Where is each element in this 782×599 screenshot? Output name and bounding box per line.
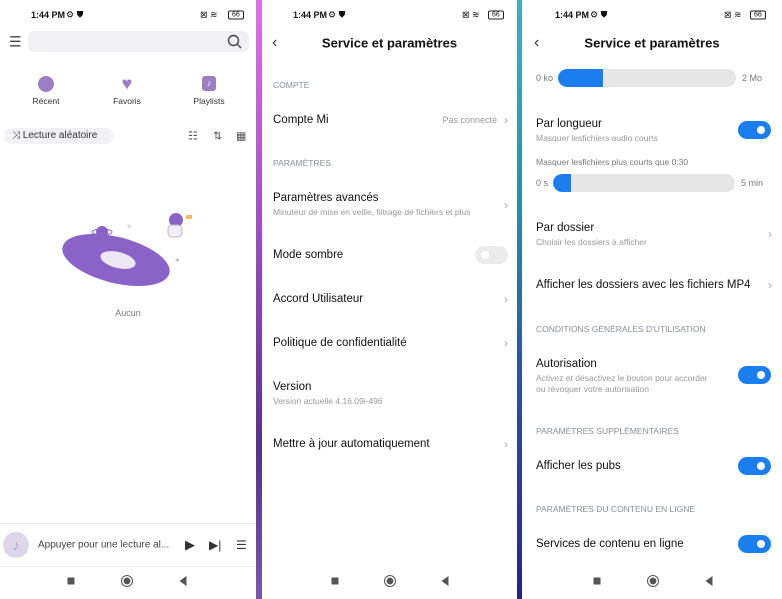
battery-icon: 66 [750,10,766,20]
section-header: PARAMÈTRES [273,158,331,168]
section-header: CONDITIONS GÉNÉRALES D'UTILISATION [536,324,706,334]
library-screen: 1:44 PM ⚙ ⛊ ⊠ ≋ 66 ☰ Récent ♥ Favoris ♪ … [0,0,256,599]
row-subtitle: ou révoquer votre autorisation [536,384,649,394]
row-label: Version [273,381,312,393]
slider-max: 2 Mo [742,73,763,83]
length-threshold-label: Masquer lesfichiers plus courts que 0:30 [536,157,689,167]
empty-label: Aucun [115,308,141,318]
row-label: Par longueur [536,118,602,130]
chevron-right-icon: › [768,278,772,292]
back-nav-icon[interactable] [179,576,187,586]
battery-icon: 66 [228,10,244,20]
shuffle-button[interactable]: ⤨ Lecture aléatoire [4,128,114,144]
advanced-settings-screen: 1:44 PM ⚙ ⛊ ⊠ ≋ 66 ‹ Service et paramètr… [522,0,782,599]
row-label: Par dossier [536,222,595,234]
shuffle-label: Lecture aléatoire [22,130,98,141]
divider [0,566,256,567]
settings-status-icon: ⚙ ⛊ [590,9,608,20]
grid-icon[interactable]: ▦ [236,130,246,143]
page-title: Service et paramètres [321,35,458,51]
dark-mode-toggle[interactable] [475,246,508,264]
chevron-right-icon: › [504,292,508,306]
empty-illustration: ✦✦ [62,213,192,286]
row-label: Politique de confidentialité [273,337,407,349]
recents-nav-icon[interactable] [331,577,339,585]
queue-icon[interactable]: ☰ [236,538,247,552]
row-subtitle: Masquer lesfichiers audio courts [536,133,658,143]
row-subtitle: Activez et désactivez le bouton pour acc… [536,373,708,383]
heart-icon: ♥ [121,73,133,94]
equalizer-icon[interactable]: ☰ [9,34,22,51]
row-subtitle: Minuteur de mise en veille, filtrage de … [273,207,471,217]
row-label: Autorisation [536,358,597,370]
next-icon[interactable]: ▶| [209,538,221,552]
search-icon[interactable] [227,34,242,49]
recents-nav-icon[interactable] [67,577,75,585]
music-note-icon: ♪ [202,76,216,91]
battery-icon: 66 [488,10,504,20]
section-header: COMPTE [273,80,310,90]
slider-fill [558,69,603,87]
back-nav-icon[interactable] [441,576,449,586]
shortcut-label: Favoris [113,96,141,106]
divider [0,523,256,524]
home-nav-icon[interactable] [647,575,659,587]
wifi-icon: ⊠ ≋ [200,9,218,20]
settings-status-icon: ⚙ ⛊ [66,9,84,20]
row-label: Afficher les dossiers avec les fichiers … [536,279,751,291]
wifi-icon: ⊠ ≋ [724,9,742,20]
settings-status-icon: ⚙ ⛊ [328,9,346,20]
length-slider[interactable] [553,174,735,192]
row-label: Mode sombre [273,249,344,261]
row-label: Accord Utilisateur [273,293,364,305]
slider-min: 0 ko [536,73,554,83]
search-input[interactable] [28,31,249,52]
slider-min: 0 s [536,178,549,188]
online-services-toggle[interactable] [738,535,771,553]
row-subtitle: Choisir les dossiers à afficher [536,237,647,247]
section-header: PARAMÈTRES SUPPLÉMENTAIRES [536,426,679,436]
wifi-icon: ⊠ ≋ [462,9,480,20]
row-label: Compte Mi [273,114,329,126]
shuffle-icon: ⤨ [12,130,20,141]
recents-nav-icon[interactable] [593,577,601,585]
page-title: Service et paramètres [584,35,720,51]
by-length-toggle[interactable] [738,121,771,139]
multi-select-icon[interactable]: ☷ [188,130,198,143]
status-time: 1:44 PM [293,10,328,20]
show-ads-toggle[interactable] [738,457,771,475]
home-nav-icon[interactable] [384,575,396,587]
chevron-right-icon: › [504,437,508,451]
row-label: Afficher les pubs [536,460,621,472]
back-nav-icon[interactable] [705,576,713,586]
row-label: Paramètres avancés [273,192,379,204]
slider-fill [553,174,572,192]
row-subtitle: Version actuelle 4.16.09i-496 [273,396,383,406]
clock-icon [38,76,54,92]
chevron-right-icon: › [504,336,508,350]
play-icon[interactable]: ▶ [185,537,195,553]
row-label: Services de contenu en ligne [536,538,684,550]
shortcut-label: Playlists [193,96,225,106]
svg-text:✦: ✦ [174,256,181,265]
sort-icon[interactable]: ⇅ [213,130,222,143]
row-label: Mettre à jour automatiquement [273,438,430,450]
chevron-right-icon: › [504,198,508,212]
status-time: 1:44 PM [555,10,590,20]
slider-max: 5 min [741,178,764,188]
chevron-right-icon: › [768,227,772,241]
player-text[interactable]: Appuyer pour une lecture al... [38,540,169,551]
settings-screen: 1:44 PM ⚙ ⛊ ⊠ ≋ 66 ‹ Service et paramètr… [262,0,517,599]
home-nav-icon[interactable] [121,575,133,587]
status-time: 1:44 PM [31,10,66,20]
chevron-right-icon: › [504,113,508,127]
size-slider[interactable] [558,69,736,87]
svg-text:✦: ✦ [125,222,133,233]
album-art-placeholder: ♪ [3,532,29,558]
account-status: Pas connecté [442,115,497,125]
shortcut-label: Récent [32,96,60,106]
authorization-toggle[interactable] [738,366,771,384]
section-header: PARAMÈTRES DU CONTENU EN LIGNE [536,504,696,514]
